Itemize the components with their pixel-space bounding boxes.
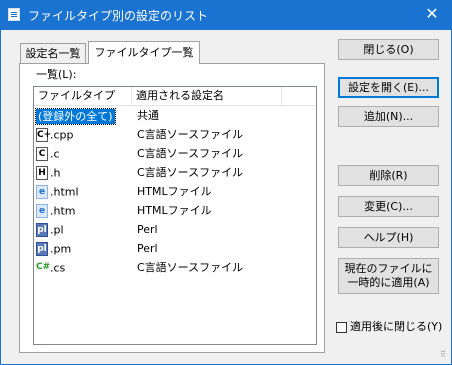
list-item[interactable]: pl .pl Perl [34, 220, 316, 239]
list-item[interactable]: pl .pm Perl [34, 239, 316, 258]
list-label: 一覧(L): [36, 68, 77, 81]
list-item[interactable]: e .htm HTMLファイル [34, 201, 316, 220]
file-type-label: .cs [50, 261, 66, 275]
html-file-icon: e [36, 204, 48, 218]
list-item[interactable]: H .h C言語ソースファイル [34, 163, 316, 182]
checkbox-label: 適用後に閉じる(Y) [350, 320, 443, 333]
setting-name-label: C言語ソースファイル [137, 147, 244, 160]
help-button[interactable]: ヘルプ(H) [338, 227, 439, 248]
apply-button-line1: 現在のファイルに [344, 262, 433, 275]
perl-file-icon: pl [36, 223, 48, 237]
setting-name-label: C言語ソースファイル [137, 128, 244, 141]
window-title: ファイルタイプ別の設定のリスト [28, 9, 209, 23]
file-type-label: .c [50, 147, 60, 161]
setting-name-label: 共通 [137, 109, 159, 122]
close-window-button[interactable]: ✕ [412, 0, 452, 30]
resize-grip-icon[interactable]: ⠿ [440, 351, 449, 362]
setting-name-label: C言語ソースファイル [137, 166, 244, 179]
setting-name-label: HTMLファイル [137, 185, 212, 198]
list-item[interactable]: e .html HTMLファイル [34, 182, 316, 201]
delete-button[interactable]: 削除(R) [338, 165, 439, 186]
file-type-label: .h [50, 166, 61, 180]
tab-setting-names[interactable]: 設定名一覧 [20, 43, 86, 63]
title-bar: ファイルタイプ別の設定のリスト ✕ [0, 0, 452, 30]
tab-file-types[interactable]: ファイルタイプ一覧 [88, 41, 200, 64]
file-type-label: .pl [50, 223, 64, 237]
list-item[interactable]: (登録外の全て) 共通 [34, 106, 316, 125]
add-button[interactable]: 追加(N)... [338, 106, 439, 127]
column-header-file-type[interactable]: ファイルタイプ [34, 87, 132, 105]
h-file-icon: H [36, 166, 48, 180]
apply-to-current-file-button[interactable]: 現在のファイルに 一時的に適用(A) [338, 258, 439, 294]
setting-name-label: C言語ソースファイル [137, 261, 244, 274]
setting-name-label: Perl [137, 242, 158, 255]
list-item[interactable]: C .c C言語ソースファイル [34, 144, 316, 163]
close-button[interactable]: 閉じる(O) [338, 39, 439, 60]
column-header-setting-name[interactable]: 適用される設定名 [132, 87, 282, 105]
perl-file-icon: pl [36, 242, 48, 256]
html-file-icon: e [36, 185, 48, 199]
change-button[interactable]: 変更(C)... [338, 196, 439, 217]
list-item[interactable]: C#.cs C言語ソースファイル [34, 258, 316, 277]
file-type-label: .htm [50, 204, 76, 218]
list-item[interactable]: C+.cpp C言語ソースファイル [34, 125, 316, 144]
file-type-label: .html [50, 185, 79, 199]
checkbox-box[interactable] [336, 321, 347, 333]
setting-name-label: Perl [137, 223, 158, 236]
close-after-apply-checkbox[interactable]: 適用後に閉じる(Y) [336, 320, 442, 334]
list-header: ファイルタイプ 適用される設定名 [34, 87, 316, 106]
file-type-label: (登録外の全て) [35, 107, 116, 125]
c-file-icon: C [36, 147, 48, 161]
apply-button-line2: 一時的に適用(A) [347, 276, 430, 289]
app-list-icon [8, 8, 20, 21]
cpp-file-icon: C+ [36, 128, 52, 142]
csharp-file-icon: C# [36, 262, 51, 272]
file-type-label: .pm [50, 242, 72, 256]
file-type-label: .cpp [50, 128, 74, 142]
file-type-list[interactable]: ファイルタイプ 適用される設定名 (登録外の全て) 共通 C+.cpp C言語ソ… [33, 86, 317, 345]
setting-name-label: HTMLファイル [137, 204, 212, 217]
open-settings-button[interactable]: 設定を開く(E)... [338, 77, 439, 98]
